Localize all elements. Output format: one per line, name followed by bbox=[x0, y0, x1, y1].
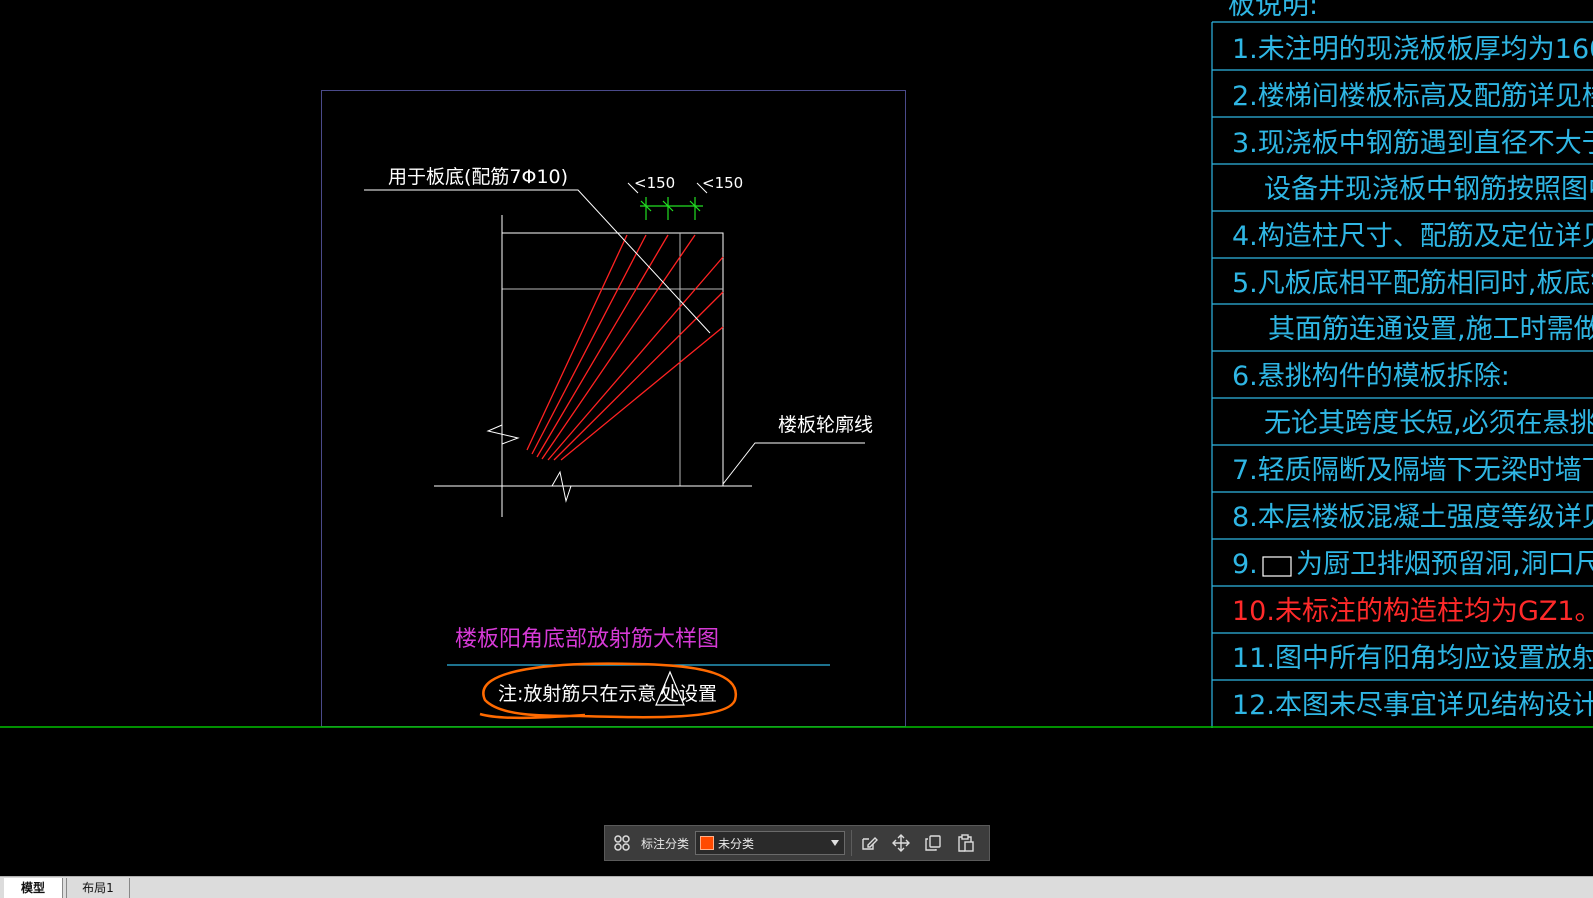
note-line-12: 12.本图未尽事宜详见结构设计总说明。 bbox=[1232, 690, 1593, 721]
radial-rebars bbox=[526, 234, 724, 461]
note-line-8: 8.本层楼板混凝土强度等级详见层高表。 bbox=[1232, 502, 1593, 533]
notes-header: 板说明: bbox=[1228, 0, 1318, 21]
dimension-marks bbox=[640, 197, 703, 220]
bottom-break-line bbox=[434, 470, 752, 503]
note-line-7: 7.轻质隔断及隔墙下无梁时墙下板底附加2Φ bbox=[1232, 455, 1593, 486]
category-color-swatch bbox=[700, 836, 715, 850]
note-line-10: 10.未标注的构造柱均为GZ1。 bbox=[1232, 596, 1593, 627]
note-line-6b: 无论其跨度长短,必须在悬挑构件混凝土达 bbox=[1264, 408, 1593, 439]
note-line-2: 2.楼梯间楼板标高及配筋详见楼梯结构详图。 bbox=[1232, 81, 1593, 112]
chevron-down-icon bbox=[830, 836, 840, 850]
flue-hole-icon bbox=[1262, 556, 1292, 577]
cad-drawing-area[interactable]: 用于板底(配筋7Φ10) <150 <150 楼板轮廓线 楼板阳角底部放射筋大样… bbox=[0, 0, 1593, 790]
label-slab-outline: 楼板轮廓线 bbox=[778, 414, 873, 436]
paste-icon[interactable] bbox=[954, 832, 976, 854]
grid-icon[interactable] bbox=[611, 832, 633, 854]
category-label: 标注分类 bbox=[641, 836, 690, 851]
note-line-3: 3.现浇板中钢筋遇到直径不大于300的设备 bbox=[1232, 128, 1593, 159]
detail-title: 楼板阳角底部放射筋大样图 bbox=[455, 627, 719, 652]
note-line-9: 为厨卫排烟预留洞,洞口尺寸及定位详 bbox=[1296, 549, 1593, 580]
left-break-line bbox=[486, 424, 520, 517]
edit-icon[interactable] bbox=[858, 832, 880, 854]
dimension-left-label: <150 bbox=[634, 174, 675, 192]
copy-icon[interactable] bbox=[922, 832, 944, 854]
annotation-toolbar: 标注分类 未分类 bbox=[604, 825, 990, 861]
note-radial-right: 处设置 bbox=[660, 683, 717, 705]
note-line-1: 1.未注明的现浇板板厚均为160mm,未注明 bbox=[1232, 34, 1593, 65]
tab-model[interactable]: 模型 bbox=[4, 878, 63, 898]
category-value: 未分类 bbox=[718, 836, 755, 851]
note-line-11: 11.图中所有阳角均应设置放射钢筋,其做法详 bbox=[1232, 643, 1593, 674]
leader-outline bbox=[722, 442, 865, 485]
layout-tab-bar: 模型 布局1 bbox=[0, 876, 1593, 898]
note-line-9-number: 9. bbox=[1232, 549, 1258, 580]
note-line-6: 6.悬挑构件的模板拆除: bbox=[1232, 361, 1510, 392]
leader-slab-bottom bbox=[364, 189, 711, 334]
tab-layout1[interactable]: 布局1 bbox=[66, 878, 130, 898]
dimension-right-label: <150 bbox=[702, 174, 743, 192]
notes-panel: 板说明: 1.未注明的现浇板板厚均为160mm,未注明 2.楼梯间楼板标高及配筋… bbox=[1211, 0, 1593, 728]
category-dropdown[interactable]: 未分类 bbox=[695, 831, 846, 855]
note-line-3b: 设备井现浇板中钢筋按照图中配筋预留,待 bbox=[1264, 174, 1593, 205]
move-icon[interactable] bbox=[890, 832, 912, 854]
note-line-5b: 其面筋连通设置,施工时需做成 bbox=[1268, 314, 1593, 345]
note-line-5: 5.凡板底相平配筋相同时,板底钢筋连续贯通 bbox=[1232, 268, 1593, 299]
note-line-4: 4.构造柱尺寸、配筋及定位详见“构造柱平面 bbox=[1232, 221, 1593, 252]
label-slab-bottom: 用于板底(配筋7Φ10) bbox=[388, 166, 568, 188]
note-radial-left: 注:放射筋只在示意 bbox=[498, 683, 656, 705]
